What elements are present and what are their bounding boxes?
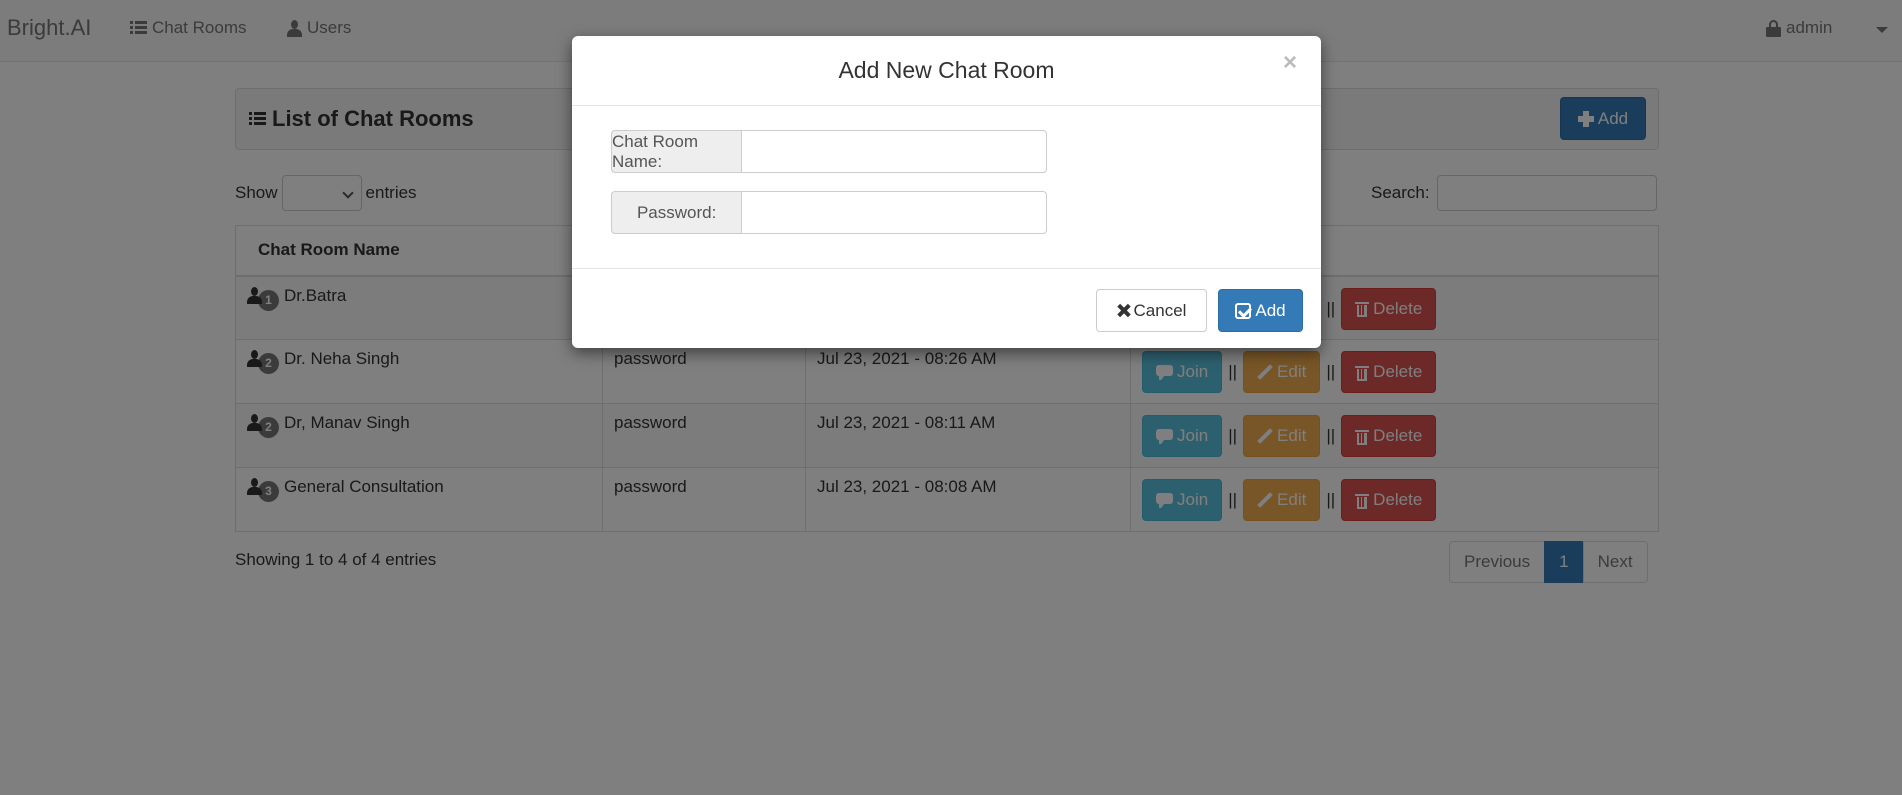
cancel-button[interactable]: Cancel (1096, 289, 1207, 332)
password-group: Password: (611, 191, 1047, 234)
modal-body: Chat Room Name: Password: (572, 106, 1321, 268)
add-chat-room-modal: Add New Chat Room × Chat Room Name: Pass… (572, 36, 1321, 348)
chat-room-name-label: Chat Room Name: (611, 130, 742, 173)
add-label: Add (1255, 300, 1286, 320)
check-square-icon (1235, 302, 1252, 319)
cancel-label: Cancel (1133, 300, 1187, 320)
modal-title: Add New Chat Room (838, 57, 1055, 83)
chat-room-name-input[interactable] (741, 130, 1047, 173)
times-icon (1117, 304, 1130, 317)
close-icon[interactable]: × (1277, 50, 1303, 76)
modal-footer: Cancel Add (572, 268, 1321, 348)
password-label: Password: (611, 191, 742, 234)
chat-room-name-group: Chat Room Name: (611, 130, 1047, 173)
password-input[interactable] (741, 191, 1047, 234)
add-button[interactable]: Add (1218, 289, 1303, 332)
modal-header: Add New Chat Room × (572, 36, 1321, 106)
